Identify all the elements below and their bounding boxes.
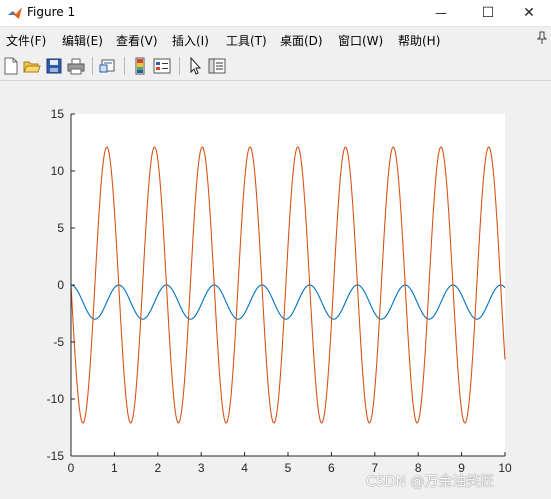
y-tick-label: 5 bbox=[57, 221, 64, 235]
figure-plot: 0 1 2 3 4 5 6 7 8 9 10151050-5-10-15 bbox=[47, 107, 512, 475]
x-tick-label: 6 bbox=[328, 461, 335, 475]
y-tick-label: -15 bbox=[47, 449, 65, 463]
x-tick-label: 2 bbox=[154, 461, 161, 475]
x-tick-label: 5 bbox=[285, 461, 292, 475]
watermark-text: CSDN @万金油笑匠 bbox=[366, 474, 495, 490]
x-tick-label: 3 bbox=[198, 461, 205, 475]
y-tick-label: -10 bbox=[47, 392, 65, 406]
y-tick-label: 0 bbox=[57, 278, 64, 292]
x-tick-label: 0 bbox=[68, 461, 75, 475]
axes-background bbox=[71, 114, 505, 456]
y-tick-label: 15 bbox=[51, 107, 65, 121]
x-tick-label: 1 bbox=[111, 461, 118, 475]
x-tick-label: 10 bbox=[498, 461, 512, 475]
x-tick-label: 4 bbox=[241, 461, 248, 475]
y-tick-label: -5 bbox=[53, 335, 64, 349]
y-tick-label: 10 bbox=[51, 164, 65, 178]
